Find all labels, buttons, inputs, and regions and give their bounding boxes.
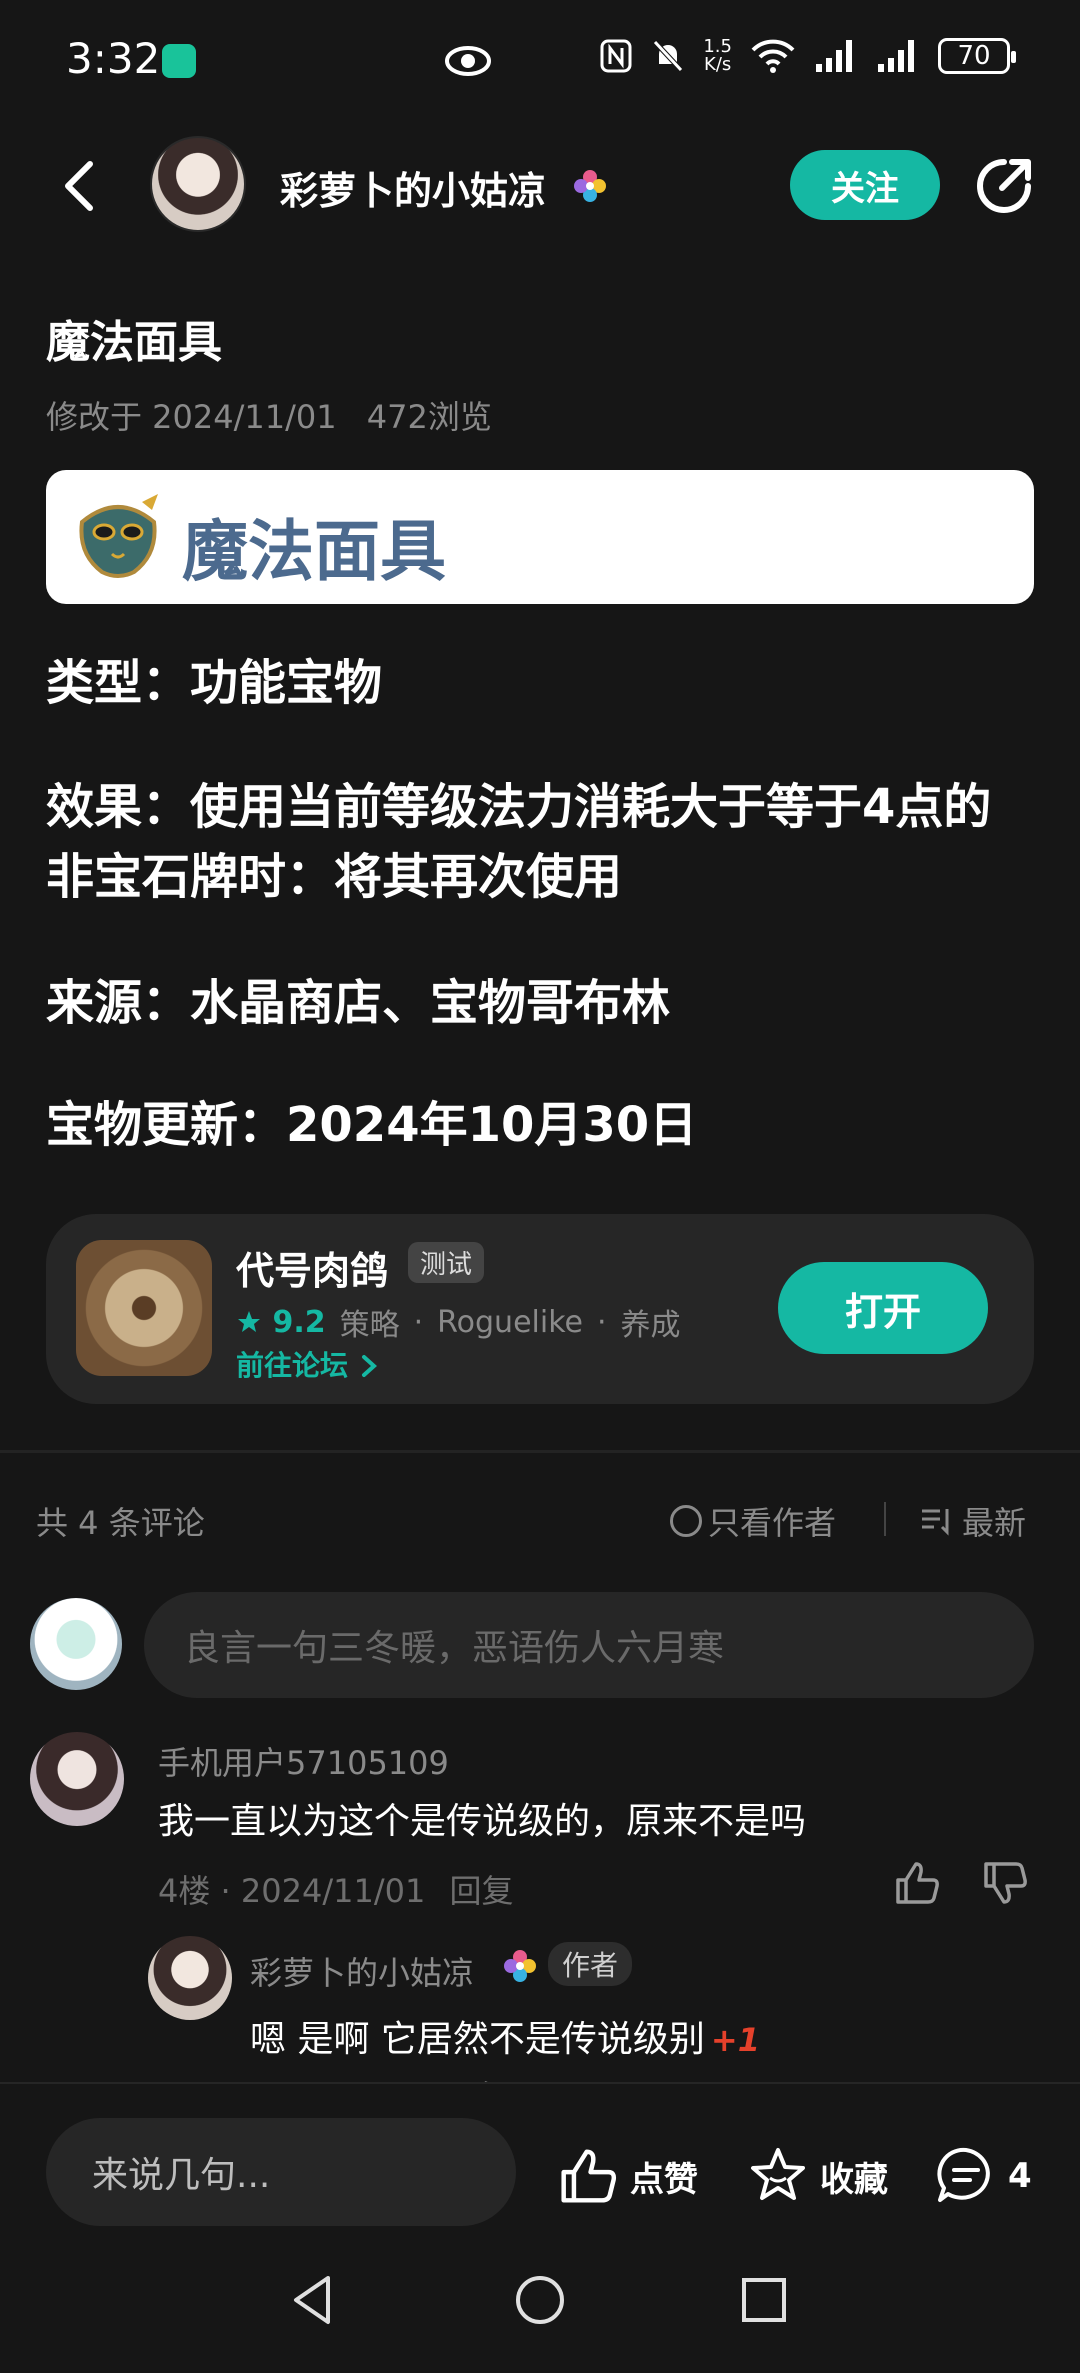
section-divider [0, 1450, 1080, 1453]
nav-recents-icon[interactable] [734, 2270, 794, 2330]
author-name[interactable]: 彩萝卜的小姑凉 [280, 160, 546, 215]
comment-meta: 4楼 · 2024/11/01 回复 [158, 1866, 514, 1912]
game-genre: Roguelike [437, 1304, 583, 1340]
game-genre: 策略 [339, 1308, 400, 1343]
like-button[interactable]: 点赞 [556, 2144, 698, 2208]
reply-button[interactable]: 回复 [450, 1872, 514, 1910]
author-avatar[interactable] [150, 136, 246, 232]
signal-icon-2 [878, 40, 914, 72]
comment-date: 2024/11/01 [240, 1872, 426, 1910]
reply-author-name[interactable]: 彩萝卜的小姑凉 [250, 1948, 474, 1994]
battery-level: 70 [957, 41, 991, 71]
radio-circle-icon[interactable] [670, 1505, 702, 1537]
sort-toggle[interactable]: 最新 [920, 1498, 1026, 1544]
mute-bell-icon [653, 40, 684, 72]
nav-back-icon[interactable] [284, 2270, 344, 2330]
star-outline-icon[interactable] [746, 2144, 810, 2208]
thumbs-up-icon[interactable] [892, 1858, 942, 1908]
open-game-button[interactable]: 打开 [778, 1262, 988, 1354]
comment-count-badge[interactable]: 4 [1008, 2156, 1032, 2196]
bottom-action-bar: 来说几句... 点赞 收藏 4 [0, 2082, 1080, 2226]
current-user-avatar [30, 1598, 122, 1690]
reply-author-avatar[interactable] [148, 1936, 232, 2020]
sort-icon[interactable] [920, 1506, 954, 1536]
status-bar: 3:32 1.5 K/s 70 [0, 0, 1080, 120]
game-test-tag: 测试 [408, 1242, 485, 1283]
post-paragraph-type: 类型：功能宝物 [46, 655, 383, 711]
nfc-icon [600, 39, 632, 73]
game-card[interactable]: 代号肉鸽 测试 9.2 策略 · Roguelike · 养成 前往论坛 打开 [46, 1214, 1034, 1404]
comments-button[interactable]: 4 [934, 2144, 1032, 2208]
like-label[interactable]: 点赞 [630, 2152, 698, 2201]
game-rating: 9.2 [236, 1305, 326, 1340]
reply-text-content: 嗯 是啊 它居然不是传说级别 [250, 2019, 705, 2060]
game-forum-label[interactable]: 前往论坛 [236, 1349, 348, 1382]
filter-separator [884, 1502, 886, 1536]
chevron-right-icon [361, 1355, 377, 1377]
commenter-avatar[interactable] [30, 1732, 124, 1826]
post-modified-date: 修改于 2024/11/01 [46, 398, 337, 436]
signal-icon-1 [816, 40, 852, 72]
system-nav-bar [0, 2240, 1080, 2373]
game-rating-row: 9.2 策略 · Roguelike · 养成 [236, 1300, 681, 1344]
eye-icon [445, 46, 491, 76]
post-paragraph-update: 宝物更新：2024年10月30日 [46, 1097, 698, 1153]
commenter-name[interactable]: 手机用户57105109 [158, 1738, 449, 1784]
game-forum-link[interactable]: 前往论坛 [236, 1344, 380, 1384]
post-banner: 魔法面具 [46, 470, 1034, 604]
wifi-icon [751, 39, 795, 73]
genre-separator: · [413, 1304, 424, 1340]
post-meta: 修改于 2024/11/01 472浏览 [46, 392, 512, 438]
plus-one-badge: +1 [710, 2021, 760, 2059]
game-icon[interactable] [76, 1240, 212, 1376]
battery-indicator: 70 [938, 38, 1016, 74]
comment-text: 我一直以为这个是传说级的，原来不是吗 [158, 1801, 807, 1842]
status-time: 3:32 [66, 34, 161, 83]
flower-badge-icon [574, 170, 606, 202]
thumbs-down-icon[interactable] [980, 1858, 1030, 1908]
comment-count: 共 4 条评论 [36, 1504, 205, 1542]
meta-separator: · [220, 1872, 241, 1910]
post-header: 彩萝卜的小姑凉 关注 [0, 130, 1080, 240]
comment-input[interactable]: 良言一句三冬暖，恶语伤人六月寒 [144, 1592, 1034, 1698]
share-icon[interactable] [972, 154, 1036, 218]
genre-separator: · [596, 1304, 607, 1340]
comment-floor: 4楼 [158, 1872, 211, 1910]
sort-label[interactable]: 最新 [962, 1498, 1026, 1544]
flower-badge-icon [504, 1950, 536, 1982]
author-only-toggle[interactable]: 只看作者 [670, 1498, 836, 1544]
author-badge: 作者 [548, 1942, 633, 1986]
author-only-label[interactable]: 只看作者 [708, 1498, 836, 1544]
game-genre: 养成 [620, 1308, 681, 1343]
reply-text: 嗯 是啊 它居然不是传说级别 +1 [250, 2010, 760, 2062]
bottom-comment-input[interactable]: 来说几句... [46, 2118, 516, 2226]
network-speed: 1.5 K/s [703, 38, 732, 74]
game-rating-value: 9.2 [272, 1304, 326, 1340]
magic-mask-icon [79, 494, 158, 578]
follow-button[interactable]: 关注 [790, 150, 940, 220]
network-speed-unit: K/s [704, 54, 732, 75]
favorite-label[interactable]: 收藏 [820, 2152, 888, 2201]
banner-title: 魔法面具 [182, 513, 446, 590]
comment-bubble-icon[interactable] [934, 2144, 998, 2208]
app-notification-icon [162, 44, 196, 78]
post-views: 472浏览 [366, 398, 492, 436]
back-arrow-icon[interactable] [50, 156, 110, 216]
nav-home-icon[interactable] [510, 2270, 570, 2330]
star-icon [238, 1310, 260, 1332]
favorite-button[interactable]: 收藏 [746, 2144, 888, 2208]
post-paragraph-source: 来源：水晶商店、宝物哥布林 [46, 975, 671, 1031]
thumbs-up-icon[interactable] [556, 2144, 620, 2208]
game-name[interactable]: 代号肉鸽 [236, 1240, 388, 1295]
status-icons: 1.5 K/s 70 [599, 38, 1016, 74]
post-paragraph-effect: 效果：使用当前等级法力消耗大于等于4点的非宝石牌时：将其再次使用 [46, 779, 992, 905]
post-title: 魔法面具 [46, 317, 222, 368]
